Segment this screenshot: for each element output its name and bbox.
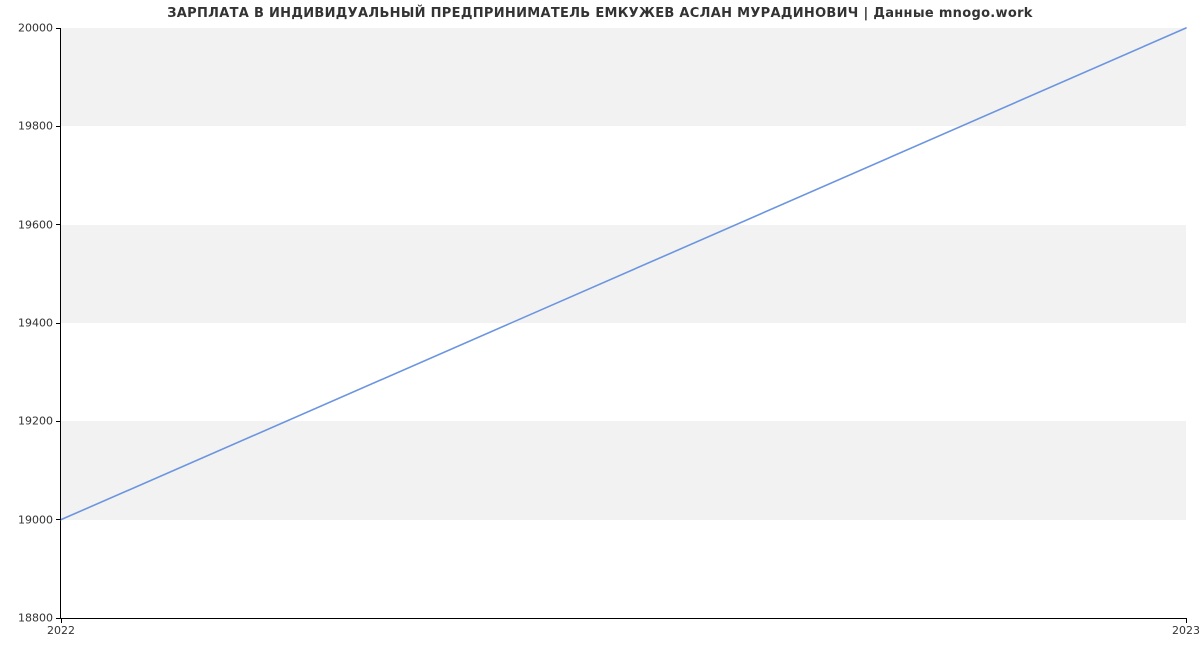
- y-tick-label: 19000: [18, 513, 61, 526]
- y-tick-label: 19800: [18, 120, 61, 133]
- y-tick-label: 19400: [18, 317, 61, 330]
- y-tick-label: 20000: [18, 22, 61, 35]
- plot-area: 1880019000192001940019600198002000020222…: [60, 28, 1186, 619]
- x-tick-label: 2023: [1172, 618, 1200, 637]
- x-tick-label: 2022: [47, 618, 75, 637]
- y-tick-label: 19600: [18, 218, 61, 231]
- chart-title: ЗАРПЛАТА В ИНДИВИДУАЛЬНЫЙ ПРЕДПРИНИМАТЕЛ…: [0, 6, 1200, 21]
- chart-line: [61, 28, 1186, 618]
- y-tick-label: 19200: [18, 415, 61, 428]
